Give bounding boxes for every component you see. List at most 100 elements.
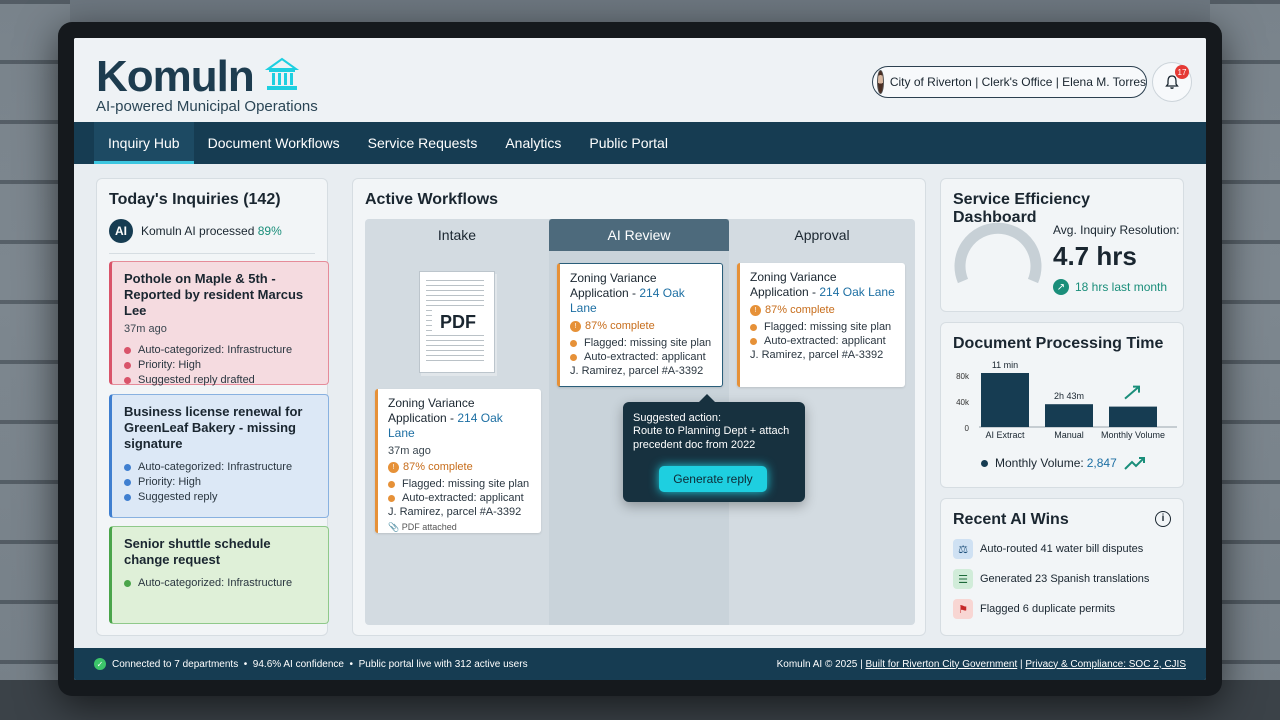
pdf-document-icon[interactable]: PDF	[419, 271, 495, 373]
footer-link-built-for[interactable]: Built for Riverton City Government	[866, 659, 1018, 670]
workflow-card-bullet: Flagged: missing site plan	[570, 336, 712, 350]
y-tick-label: 0	[965, 424, 970, 433]
workflows-title: Active Workflows	[365, 191, 499, 208]
user-account-chip[interactable]: City of Riverton | Clerk's Office | Elen…	[872, 66, 1147, 98]
workflow-card-title: Zoning Variance Application - 214 Oak La…	[388, 396, 503, 440]
inquiry-bullet: Suggested reply drafted	[124, 373, 316, 388]
arrow-up-right-icon: ↗	[1053, 279, 1069, 295]
info-icon[interactable]: i	[1155, 511, 1171, 527]
workflow-card-approval[interactable]: Zoning Variance Application - 214 Oak La…	[737, 263, 905, 387]
main-nav: Inquiry Hub Document Workflows Service R…	[74, 122, 1206, 164]
bar-value-label: 11 min	[992, 360, 1018, 370]
inquiry-title: Business license renewal for GreenLeaf B…	[124, 404, 303, 451]
workflow-card-progress: ! 87% complete	[388, 461, 531, 473]
y-tick-label: 40k	[956, 398, 970, 407]
trend-arrow-icon	[1124, 385, 1140, 400]
x-tick-label: Manual	[1054, 430, 1084, 440]
footer-links: Komuln AI © 2025 | Built for Riverton Ci…	[776, 658, 1186, 670]
column-header[interactable]: Approval	[729, 219, 915, 251]
efficiency-label: Avg. Inquiry Resolution:	[1053, 223, 1180, 237]
nav-analytics[interactable]: Analytics	[491, 122, 575, 164]
pdf-label: PDF	[432, 310, 484, 334]
bar-1	[1045, 404, 1093, 427]
resolution-gauge	[954, 222, 1042, 284]
monitor-frame: Komuln AI-powered Municipal Operations C…	[58, 22, 1222, 696]
bar-0	[981, 373, 1029, 427]
workflows-panel: Active Workflows Intake AI Review Approv…	[352, 178, 926, 636]
workflow-card-title: Zoning Variance Application - 214 Oak La…	[570, 271, 685, 315]
user-label: City of Riverton | Clerk's Office | Elen…	[889, 75, 1146, 89]
brand-tagline: AI-powered Municipal Operations	[96, 98, 318, 115]
inquiry-bullet: Auto-categorized: Infrastructure	[124, 343, 316, 358]
bank-icon: ⚖	[953, 539, 973, 559]
workflow-card-title: Zoning Variance Application - 214 Oak La…	[750, 270, 895, 299]
workflow-card-intake[interactable]: Zoning Variance Application - 214 Oak La…	[375, 389, 541, 533]
city-hall-icon	[262, 55, 302, 100]
trend-up-icon	[1124, 457, 1145, 470]
bar-2	[1109, 406, 1157, 427]
status-text: Connected to 7 departments • 94.6% AI co…	[112, 658, 528, 670]
workflow-card-progress: ! 87% complete	[570, 320, 712, 332]
document-processing-panel: Document Processing Time 80k 40k 0 AI Extra…	[940, 322, 1184, 488]
nav-public-portal[interactable]: Public Portal	[575, 122, 682, 164]
workflow-card-ai-review[interactable]: Zoning Variance Application - 214 Oak La…	[557, 263, 723, 387]
column-header[interactable]: Intake	[365, 219, 549, 251]
recent-ai-wins-panel: Recent AI Wins i ⚖ Auto-routed 41 water b…	[940, 498, 1184, 636]
wins-title: Recent AI Wins	[953, 511, 1069, 528]
x-tick-label: AI Extract	[985, 430, 1025, 440]
nav-inquiry-hub[interactable]: Inquiry Hub	[94, 122, 194, 164]
inquiries-title: Today's Inquiries (142)	[109, 191, 281, 208]
workflow-card-text: J. Ramirez, parcel #A-3392	[750, 349, 884, 361]
win-item: ⚑ Flagged 6 duplicate permits	[953, 599, 1171, 619]
inquiry-card-business-license[interactable]: Business license renewal for GreenLeaf B…	[109, 394, 329, 518]
notifications-button[interactable]: 17	[1152, 62, 1192, 102]
inquiry-time: 37m ago	[124, 323, 167, 335]
inquiry-bullet: Priority: High	[124, 358, 316, 373]
ai-processed-pct: 89%	[257, 224, 282, 238]
nav-service-requests[interactable]: Service Requests	[354, 122, 492, 164]
column-header[interactable]: AI Review	[549, 219, 729, 251]
inquiry-title: Senior shuttle schedule change request	[124, 536, 271, 567]
workflow-card-bullet: Auto-extracted: applicant	[388, 491, 531, 505]
win-item: ⚖ Auto-routed 41 water bill disputes	[953, 539, 1171, 559]
inquiry-bullet: Suggested reply	[124, 490, 316, 505]
inquiry-title: Pothole on Maple & 5th - Reported by res…	[124, 271, 304, 318]
app-header: Komuln AI-powered Municipal Operations C…	[74, 38, 1206, 122]
inquiry-bullet: Auto-categorized: Infrastructure	[124, 460, 316, 475]
efficiency-delta: ↗ 18 hrs last month	[1053, 279, 1167, 295]
brand: Komuln AI-powered Municipal Operations	[96, 52, 318, 115]
service-efficiency-panel: Service Efficiency Dashboard Avg. Inquir…	[940, 178, 1184, 312]
x-tick-label: Monthly Volume	[1101, 430, 1165, 440]
attachment-indicator: 📎 PDF attached	[388, 522, 457, 532]
suggested-action-tooltip: Suggested action: Route to Planning Dept…	[623, 394, 805, 502]
workflow-card-bullet: Auto-extracted: applicant	[570, 350, 712, 364]
inquiry-card-senior-shuttle[interactable]: Senior shuttle schedule change request A…	[109, 526, 329, 624]
ai-processed-row: AI Komuln AI processed 89%	[109, 219, 315, 254]
nav-document-workflows[interactable]: Document Workflows	[194, 122, 354, 164]
workflow-card-text: J. Ramirez, parcel #A-3392	[388, 506, 522, 518]
y-tick-label: 80k	[956, 372, 970, 381]
inquiry-card-pothole[interactable]: Pothole on Maple & 5th - Reported by res…	[109, 261, 329, 388]
workflow-card-bullet: Flagged: missing site plan	[750, 320, 895, 334]
tooltip-body: Route to Planning Dept + attach preceden…	[633, 425, 790, 451]
win-item: ☰ Generated 23 Spanish translations	[953, 569, 1171, 589]
check-circle-icon: ✓	[94, 658, 106, 670]
translate-icon: ☰	[953, 569, 973, 589]
workflow-card-progress: ! 87% complete	[750, 304, 895, 316]
processing-time-chart: 80k 40k 0 AI Extract 11 min Manual 2h 43m Month…	[956, 360, 1177, 440]
generate-reply-button[interactable]: Generate reply	[659, 466, 767, 492]
status-footer: ✓ Connected to 7 departments • 94.6% AI …	[74, 648, 1206, 680]
workflow-card-bullet: Auto-extracted: applicant	[750, 334, 895, 348]
inquiry-bullet: Auto-categorized: Infrastructure	[124, 576, 316, 591]
notification-count-badge: 17	[1175, 65, 1189, 79]
processing-title: Document Processing Time	[953, 335, 1164, 352]
workflow-card-time: 37m ago	[388, 445, 431, 457]
avatar	[877, 70, 884, 94]
tooltip-title: Suggested action:	[633, 412, 722, 424]
efficiency-value: 4.7 hrs	[1053, 241, 1137, 271]
workflow-card-text: J. Ramirez, parcel #A-3392	[570, 365, 704, 377]
footer-link-privacy[interactable]: Privacy & Compliance: SOC 2, CJIS	[1025, 659, 1186, 670]
ai-processed-text: Komuln AI processed 89%	[141, 224, 282, 238]
ai-badge: AI	[109, 219, 133, 243]
app-screen: Komuln AI-powered Municipal Operations C…	[74, 38, 1206, 680]
